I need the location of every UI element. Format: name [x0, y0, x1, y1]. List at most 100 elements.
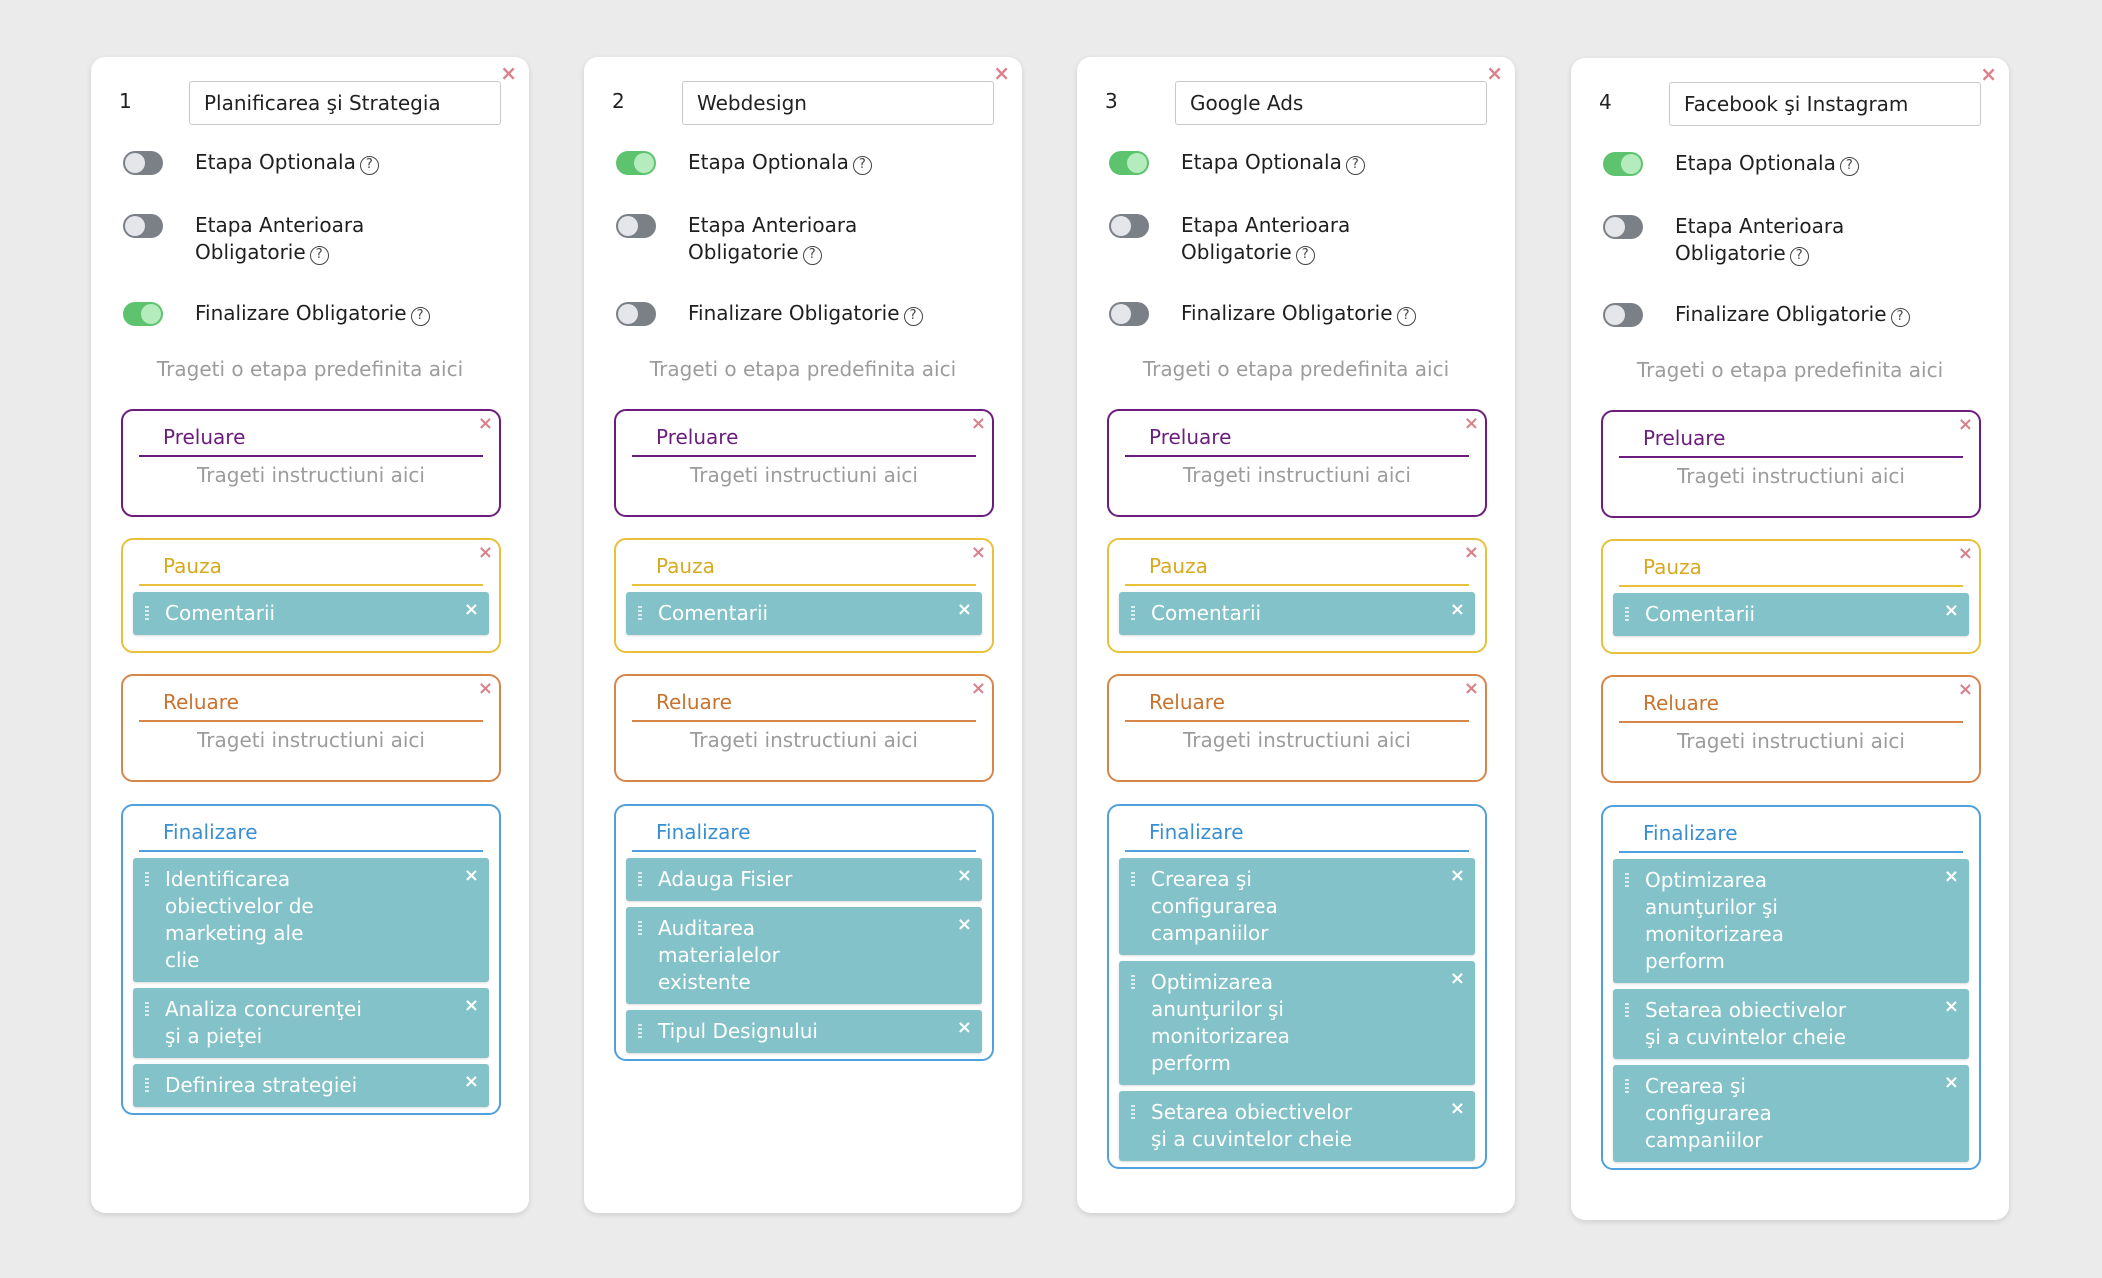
close-icon[interactable]: × — [1958, 543, 1973, 564]
optional-toggle[interactable] — [616, 151, 656, 175]
instruction-item[interactable]: Crearea şi configurarea campaniilor × — [1613, 1065, 1969, 1162]
instruction-item[interactable]: Comentarii × — [1119, 592, 1475, 635]
stage-drop-zone[interactable]: Trageti o etapa predefinita aici — [584, 357, 1022, 381]
reluare-section[interactable]: × Reluare Trageti instructiuni aici — [1601, 675, 1981, 783]
drag-handle-icon[interactable] — [145, 1002, 149, 1016]
instruction-item[interactable]: Setarea obiectivelor şi a cuvintelor che… — [1613, 989, 1969, 1059]
instruction-item[interactable]: Optimizarea anunţurilor şi monitorizarea… — [1119, 961, 1475, 1085]
help-icon[interactable]: ? — [852, 156, 872, 175]
preluare-section[interactable]: × Preluare Trageti instructiuni aici — [121, 409, 501, 517]
instruction-item[interactable]: Crearea şi configurarea campaniilor × — [1119, 858, 1475, 955]
close-icon[interactable]: × — [1464, 542, 1479, 563]
optional-toggle[interactable] — [1603, 152, 1643, 176]
stage-drop-zone[interactable]: Trageti o etapa predefinita aici — [91, 357, 529, 381]
help-icon[interactable]: ? — [1839, 157, 1859, 176]
close-icon[interactable]: × — [478, 678, 493, 699]
help-icon[interactable]: ? — [903, 307, 923, 326]
close-icon[interactable]: × — [1486, 63, 1503, 83]
close-icon[interactable]: × — [1944, 1069, 1959, 1096]
instruction-item[interactable]: Identificarea obiectivelor de marketing … — [133, 858, 489, 982]
close-icon[interactable]: × — [957, 862, 972, 889]
drag-handle-icon[interactable] — [145, 606, 149, 620]
help-icon[interactable]: ? — [309, 246, 329, 265]
close-icon[interactable]: × — [464, 596, 479, 623]
drag-handle-icon[interactable] — [638, 921, 642, 935]
drag-handle-icon[interactable] — [1625, 607, 1629, 621]
help-icon[interactable]: ? — [1345, 156, 1365, 175]
drag-handle-icon[interactable] — [1131, 1105, 1135, 1119]
close-icon[interactable]: × — [1944, 863, 1959, 890]
previous-required-toggle[interactable] — [616, 214, 656, 238]
drag-handle-icon[interactable] — [1625, 1079, 1629, 1093]
close-icon[interactable]: × — [971, 678, 986, 699]
previous-required-toggle[interactable] — [123, 214, 163, 238]
instruction-item[interactable]: Adauga Fisier × — [626, 858, 982, 901]
final-required-toggle[interactable] — [123, 302, 163, 326]
previous-required-toggle[interactable] — [1603, 215, 1643, 239]
help-icon[interactable]: ? — [410, 307, 430, 326]
help-icon[interactable]: ? — [802, 246, 822, 265]
final-required-toggle[interactable] — [1109, 302, 1149, 326]
drag-handle-icon[interactable] — [638, 872, 642, 886]
close-icon[interactable]: × — [957, 596, 972, 623]
previous-required-toggle[interactable] — [1109, 214, 1149, 238]
close-icon[interactable]: × — [1980, 64, 1997, 84]
stage-drop-zone[interactable]: Trageti o etapa predefinita aici — [1077, 357, 1515, 381]
instruction-item[interactable]: Comentarii × — [1613, 593, 1969, 636]
stage-name-input[interactable] — [682, 81, 994, 125]
close-icon[interactable]: × — [464, 992, 479, 1019]
help-icon[interactable]: ? — [359, 156, 379, 175]
help-icon[interactable]: ? — [1396, 307, 1416, 326]
drag-handle-icon[interactable] — [1131, 872, 1135, 886]
reluare-section[interactable]: × Reluare Trageti instructiuni aici — [614, 674, 994, 782]
close-icon[interactable]: × — [1450, 596, 1465, 623]
drag-handle-icon[interactable] — [145, 872, 149, 886]
close-icon[interactable]: × — [478, 542, 493, 563]
close-icon[interactable]: × — [1464, 413, 1479, 434]
close-icon[interactable]: × — [1958, 679, 1973, 700]
final-required-toggle[interactable] — [616, 302, 656, 326]
preluare-section[interactable]: × Preluare Trageti instructiuni aici — [1601, 410, 1981, 518]
reluare-section[interactable]: × Reluare Trageti instructiuni aici — [121, 674, 501, 782]
stage-name-input[interactable] — [189, 81, 501, 125]
instruction-item[interactable]: Comentarii × — [133, 592, 489, 635]
close-icon[interactable]: × — [993, 63, 1010, 83]
preluare-section[interactable]: × Preluare Trageti instructiuni aici — [1107, 409, 1487, 517]
instruction-item[interactable]: Auditarea materialelor existente × — [626, 907, 982, 1004]
close-icon[interactable]: × — [957, 911, 972, 938]
instruction-item[interactable]: Comentarii × — [626, 592, 982, 635]
instruction-item[interactable]: Optimizarea anunţurilor şi monitorizarea… — [1613, 859, 1969, 983]
close-icon[interactable]: × — [971, 413, 986, 434]
instruction-item[interactable]: Tipul Designului × — [626, 1010, 982, 1053]
drag-handle-icon[interactable] — [1625, 873, 1629, 887]
instruction-item[interactable]: Setarea obiectivelor şi a cuvintelor che… — [1119, 1091, 1475, 1161]
drag-handle-icon[interactable] — [1131, 606, 1135, 620]
instruction-item[interactable]: Definirea strategiei × — [133, 1064, 489, 1107]
close-icon[interactable]: × — [464, 862, 479, 889]
help-icon[interactable]: ? — [1295, 246, 1315, 265]
stage-drop-zone[interactable]: Trageti o etapa predefinita aici — [1571, 358, 2009, 382]
close-icon[interactable]: × — [464, 1068, 479, 1095]
close-icon[interactable]: × — [478, 413, 493, 434]
close-icon[interactable]: × — [1958, 414, 1973, 435]
close-icon[interactable]: × — [971, 542, 986, 563]
optional-toggle[interactable] — [123, 151, 163, 175]
help-icon[interactable]: ? — [1890, 308, 1910, 327]
help-icon[interactable]: ? — [1789, 247, 1809, 266]
close-icon[interactable]: × — [1450, 1095, 1465, 1122]
instruction-item[interactable]: Analiza concurenţei şi a pieţei × — [133, 988, 489, 1058]
close-icon[interactable]: × — [1450, 965, 1465, 992]
drag-handle-icon[interactable] — [145, 1078, 149, 1092]
reluare-section[interactable]: × Reluare Trageti instructiuni aici — [1107, 674, 1487, 782]
optional-toggle[interactable] — [1109, 151, 1149, 175]
drag-handle-icon[interactable] — [638, 1024, 642, 1038]
final-required-toggle[interactable] — [1603, 303, 1643, 327]
close-icon[interactable]: × — [1944, 993, 1959, 1020]
preluare-section[interactable]: × Preluare Trageti instructiuni aici — [614, 409, 994, 517]
stage-name-input[interactable] — [1669, 82, 1981, 126]
close-icon[interactable]: × — [1450, 862, 1465, 889]
drag-handle-icon[interactable] — [638, 606, 642, 620]
close-icon[interactable]: × — [1944, 597, 1959, 624]
drag-handle-icon[interactable] — [1131, 975, 1135, 989]
close-icon[interactable]: × — [957, 1014, 972, 1041]
